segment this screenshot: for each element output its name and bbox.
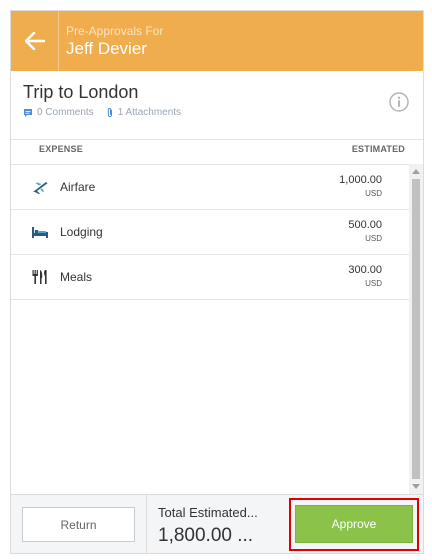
- attachments-count: 1 Attachments: [117, 107, 182, 118]
- header-subtitle: Pre-Approvals For: [66, 24, 164, 38]
- airplane-icon: [33, 182, 48, 194]
- expense-amount: 300.00: [348, 264, 382, 276]
- trip-title: Trip to London: [23, 82, 139, 102]
- comments-count: 0 Comments: [37, 107, 94, 118]
- expense-label: Airfare: [60, 180, 96, 194]
- employee-name: Jeff Devier: [66, 39, 147, 58]
- back-button[interactable]: [11, 11, 58, 71]
- arrow-left-icon: [24, 32, 45, 50]
- trip-meta: 0 Comments 1 Attachments: [23, 107, 193, 118]
- paperclip-icon: [107, 107, 112, 118]
- expense-currency: USD: [365, 189, 382, 198]
- scrollbar[interactable]: [409, 164, 423, 494]
- expense-currency: USD: [365, 279, 382, 288]
- footer-bar: Return Total Estimated... 1,800.00 ... A…: [11, 494, 423, 554]
- expense-amount: 1,000.00: [339, 174, 382, 186]
- column-header-estimated: ESTIMATED: [351, 144, 405, 154]
- scroll-down-arrow[interactable]: [412, 484, 420, 489]
- comments-link[interactable]: 0 Comments: [23, 107, 94, 118]
- total-estimated-label: Total Estimated...: [158, 505, 258, 520]
- column-header-expense: EXPENSE: [39, 144, 83, 154]
- section-divider: [11, 139, 423, 140]
- expense-row-meals[interactable]: Meals 300.00 USD: [11, 255, 409, 300]
- expense-row-lodging[interactable]: Lodging 500.00 USD: [11, 210, 409, 255]
- fork-knife-icon: [32, 270, 47, 284]
- header-bar: Pre-Approvals For Jeff Devier: [11, 11, 423, 71]
- comment-icon: [24, 108, 32, 117]
- return-button[interactable]: Return: [22, 507, 135, 542]
- footer-separator: [146, 495, 147, 554]
- pre-approval-panel: Pre-Approvals For Jeff Devier Trip to Lo…: [10, 10, 424, 554]
- attachments-link[interactable]: 1 Attachments: [106, 107, 181, 118]
- info-icon: [389, 92, 409, 112]
- info-button[interactable]: [389, 92, 409, 112]
- expense-currency: USD: [365, 234, 382, 243]
- expense-label: Lodging: [60, 225, 103, 239]
- scroll-up-arrow[interactable]: [412, 169, 420, 174]
- scrollbar-thumb[interactable]: [412, 179, 420, 479]
- bed-icon: [32, 227, 48, 238]
- expense-row-airfare[interactable]: Airfare 1,000.00 USD: [11, 165, 409, 210]
- expense-label: Meals: [60, 270, 93, 284]
- expense-amount: 500.00: [348, 219, 382, 231]
- header-divider: [58, 11, 59, 71]
- expense-list: Airfare 1,000.00 USD Lodging 500.00 USD: [11, 164, 409, 494]
- total-estimated-value: 1,800.00 ...: [158, 525, 254, 546]
- approve-button[interactable]: Approve: [295, 505, 413, 543]
